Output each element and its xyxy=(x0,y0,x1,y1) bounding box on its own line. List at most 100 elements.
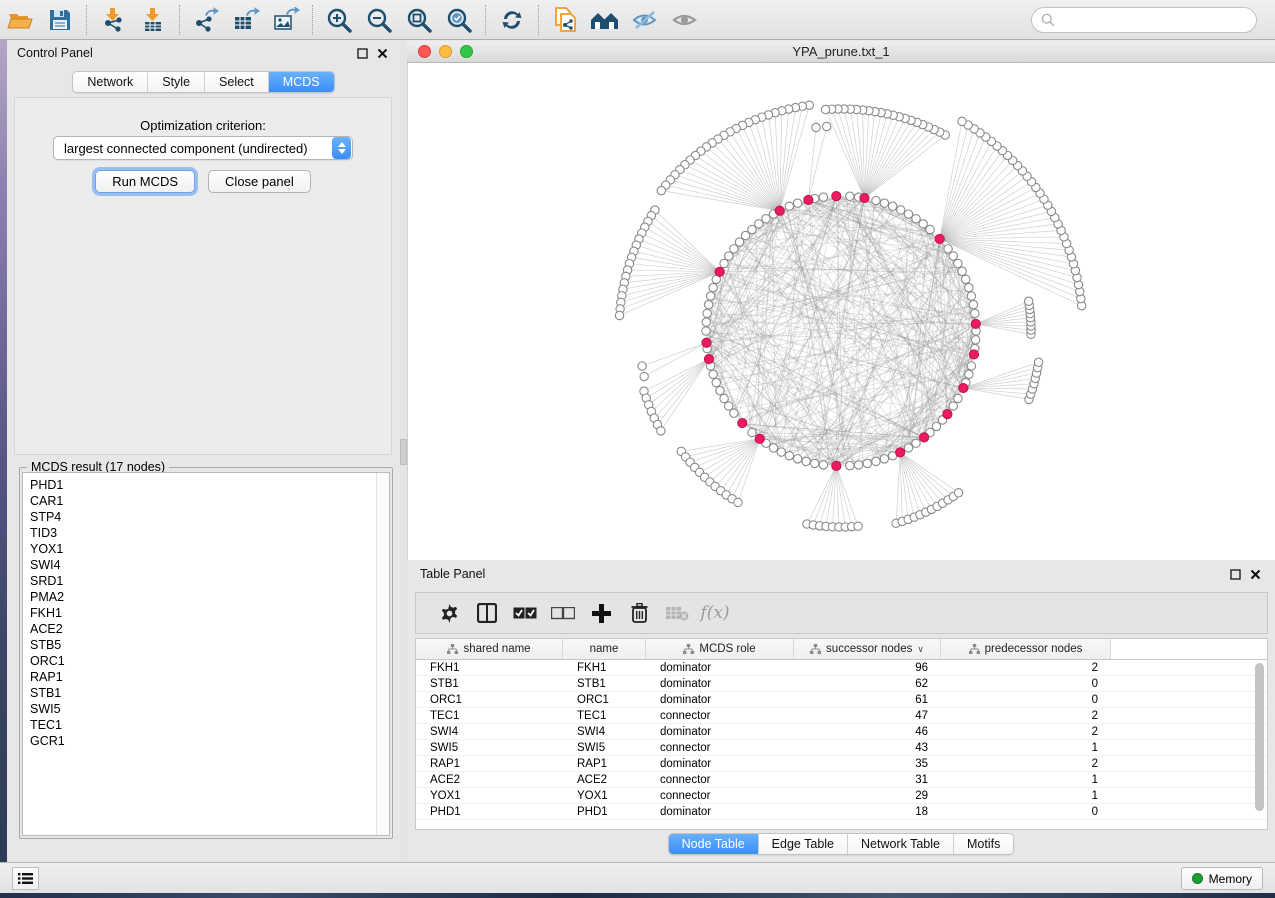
table-row[interactable]: TEC1TEC1connector472 xyxy=(416,708,1267,724)
table-row[interactable]: ORC1ORC1dominator610 xyxy=(416,692,1267,708)
memory-status-icon xyxy=(1192,873,1203,884)
mcds-result-item[interactable]: TID3 xyxy=(23,525,389,541)
create-column-button[interactable] xyxy=(582,596,620,630)
column-header-MCDS-role[interactable]: MCDS role xyxy=(646,639,794,659)
table-row[interactable]: RAP1RAP1dominator352 xyxy=(416,756,1267,772)
copy-network-button[interactable] xyxy=(545,3,585,37)
show-panels-menu-button[interactable] xyxy=(12,867,39,890)
close-panel-icon[interactable] xyxy=(377,48,388,59)
import-table-button[interactable] xyxy=(133,3,173,37)
float-panel-icon[interactable] xyxy=(1230,569,1241,580)
mcds-result-item[interactable]: RAP1 xyxy=(23,669,389,685)
refresh-layout-button[interactable] xyxy=(492,3,532,37)
table-row[interactable]: PHD1PHD1dominator180 xyxy=(416,804,1267,820)
column-header-label: MCDS role xyxy=(699,643,755,655)
mcds-result-item[interactable]: STP4 xyxy=(23,509,389,525)
mcds-result-item[interactable]: CAR1 xyxy=(23,493,389,509)
zoom-fit-button[interactable] xyxy=(399,3,439,37)
mcds-list-scrollbar[interactable] xyxy=(376,473,389,835)
mcds-result-item[interactable]: STB5 xyxy=(23,637,389,653)
mcds-result-item[interactable]: ORC1 xyxy=(23,653,389,669)
splitter-handle[interactable] xyxy=(400,439,407,465)
run-mcds-button[interactable]: Run MCDS xyxy=(95,170,195,193)
tab-network-table[interactable]: Network Table xyxy=(848,834,954,854)
optimization-criterion-select[interactable]: largest connected component (undirected) xyxy=(53,136,353,160)
tab-select[interactable]: Select xyxy=(205,72,269,92)
desktop-wallpaper-left xyxy=(0,40,7,893)
mcds-result-list[interactable]: PHD1CAR1STP4TID3YOX1SWI4SRD1PMA2FKH1ACE2… xyxy=(22,472,390,836)
import-network-icon xyxy=(100,7,126,33)
save-session-button[interactable] xyxy=(40,3,80,37)
tab-node-table[interactable]: Node Table xyxy=(669,834,759,854)
delete-column-button[interactable] xyxy=(620,596,658,630)
search-input[interactable] xyxy=(1060,13,1245,27)
table-cell: RAP1 xyxy=(416,756,563,771)
table-row[interactable]: SWI4SWI4dominator462 xyxy=(416,724,1267,740)
show-graphics-details-button[interactable] xyxy=(665,3,705,37)
window-zoom-button[interactable] xyxy=(460,45,473,58)
tab-style[interactable]: Style xyxy=(148,72,205,92)
tab-network[interactable]: Network xyxy=(73,72,148,92)
column-header-predecessor-nodes[interactable]: predecessor nodes xyxy=(941,639,1111,659)
open-folder-icon xyxy=(7,8,34,32)
table-cell-filler xyxy=(1111,692,1267,707)
mcds-result-item[interactable]: FKH1 xyxy=(23,605,389,621)
control-panel-title: Control Panel xyxy=(17,46,93,60)
vertical-splitter[interactable] xyxy=(400,41,407,862)
mcds-result-item[interactable]: SRD1 xyxy=(23,573,389,589)
tab-motifs[interactable]: Motifs xyxy=(954,834,1013,854)
close-panel-icon[interactable] xyxy=(1250,569,1261,580)
tab-mcds[interactable]: MCDS xyxy=(269,72,334,92)
table-row[interactable]: FKH1FKH1dominator962 xyxy=(416,660,1267,676)
hide-graphics-details-button[interactable] xyxy=(625,3,665,37)
table-row[interactable]: YOX1YOX1connector291 xyxy=(416,788,1267,804)
table-row[interactable]: ACE2ACE2connector311 xyxy=(416,772,1267,788)
table-settings-button[interactable] xyxy=(430,596,468,630)
column-header-shared-name[interactable]: shared name xyxy=(416,639,563,659)
window-minimize-button[interactable] xyxy=(439,45,452,58)
table-row[interactable]: STB1STB1dominator620 xyxy=(416,676,1267,692)
network-canvas[interactable] xyxy=(407,63,1275,560)
deselect-all-button[interactable] xyxy=(544,596,582,630)
mcds-result-item[interactable]: PMA2 xyxy=(23,589,389,605)
mcds-result-item[interactable]: PHD1 xyxy=(23,477,389,493)
mcds-result-item[interactable]: YOX1 xyxy=(23,541,389,557)
table-scrollbar-thumb[interactable] xyxy=(1255,663,1264,811)
open-session-button[interactable] xyxy=(0,3,40,37)
mcds-result-item[interactable]: TEC1 xyxy=(23,717,389,733)
table-cell: 31 xyxy=(794,772,941,787)
zoom-out-button[interactable] xyxy=(359,3,399,37)
mcds-result-item[interactable]: GCR1 xyxy=(23,733,389,749)
mcds-result-item[interactable]: ACE2 xyxy=(23,621,389,637)
select-all-button[interactable] xyxy=(506,596,544,630)
float-panel-icon[interactable] xyxy=(357,48,368,59)
tab-edge-table[interactable]: Edge Table xyxy=(759,834,848,854)
table-cell: connector xyxy=(646,708,794,723)
memory-button[interactable]: Memory xyxy=(1181,867,1263,890)
show-columns-button[interactable] xyxy=(468,596,506,630)
mcds-result-item[interactable]: SWI4 xyxy=(23,557,389,573)
table-cell: YOX1 xyxy=(416,788,563,803)
zoom-in-button[interactable] xyxy=(319,3,359,37)
close-panel-button[interactable]: Close panel xyxy=(208,170,311,193)
table-cell: dominator xyxy=(646,724,794,739)
network-window-titlebar[interactable]: YPA_prune.txt_1 xyxy=(407,41,1275,63)
search-box[interactable] xyxy=(1031,7,1257,33)
export-table-button[interactable] xyxy=(226,3,266,37)
table-scrollbar[interactable] xyxy=(1254,663,1265,823)
table-cell: SWI4 xyxy=(563,724,646,739)
column-header-successor-nodes[interactable]: successor nodes∨ xyxy=(794,639,941,659)
export-image-button[interactable] xyxy=(266,3,306,37)
table-cell: TEC1 xyxy=(563,708,646,723)
first-neighbors-button[interactable] xyxy=(585,3,625,37)
mcds-result-item[interactable]: SWI5 xyxy=(23,701,389,717)
table-cell: 62 xyxy=(794,676,941,691)
export-network-button[interactable] xyxy=(186,3,226,37)
column-header-name[interactable]: name xyxy=(563,639,646,659)
table-row[interactable]: SWI5SWI5connector431 xyxy=(416,740,1267,756)
mcds-result-item[interactable]: STB1 xyxy=(23,685,389,701)
zoom-selected-button[interactable] xyxy=(439,3,479,37)
import-network-button[interactable] xyxy=(93,3,133,37)
window-close-button[interactable] xyxy=(418,45,431,58)
dominator-node xyxy=(804,195,813,204)
